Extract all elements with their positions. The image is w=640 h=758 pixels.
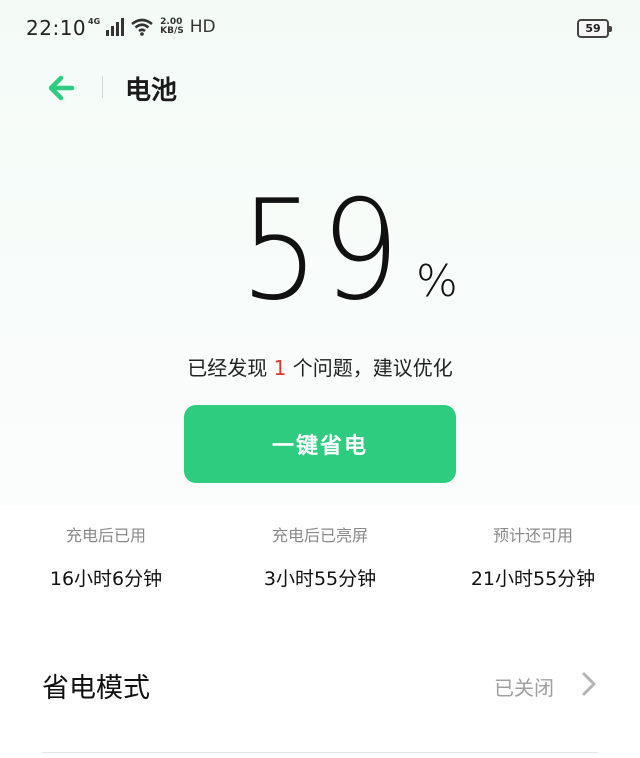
page-title: 电池	[125, 76, 178, 106]
stat-label: 充电后已用	[65, 526, 146, 545]
issue-prefix: 已经发现	[187, 356, 274, 380]
stat-label: 充电后已亮屏	[271, 526, 368, 545]
stat-estimated-remaining: 预计还可用 21小时55分钟	[423, 522, 640, 591]
row-divider	[42, 752, 598, 753]
power-saving-mode-status: 已关闭	[494, 676, 554, 700]
battery-icon: 59	[577, 19, 612, 38]
stat-used-since-charge: 充电后已用 16小时6分钟	[0, 522, 216, 591]
status-bar: 22:10 4G 2.00 KB/S HD 59	[0, 0, 640, 60]
stat-value: 16小时6分钟	[49, 568, 163, 590]
issue-suffix: 个问题，建议优化	[286, 356, 453, 380]
stat-label: 预计还可用	[492, 526, 573, 545]
status-icons: 4G 2.00 KB/S HD	[88, 16, 216, 38]
power-saving-mode-row[interactable]: 省电模式 已关闭	[42, 640, 598, 730]
back-button[interactable]	[42, 70, 82, 106]
issue-message: 已经发现 1 个问题，建议优化	[0, 352, 640, 381]
stat-value: 3小时55分钟	[263, 568, 377, 590]
speed-unit: KB/S	[160, 26, 184, 36]
wifi-icon	[131, 18, 153, 36]
signal-icon	[106, 18, 125, 36]
one-tap-save-power-button[interactable]: 一键省电	[184, 405, 456, 483]
arrow-left-icon	[48, 75, 75, 101]
battery-level: 59	[585, 22, 601, 35]
percent-sign: %	[416, 256, 458, 307]
hd-indicator: HD	[189, 17, 216, 37]
stat-screen-on-since-charge: 充电后已亮屏 3小时55分钟	[210, 522, 430, 591]
network-type: 4G	[88, 16, 101, 26]
issue-count: 1	[273, 356, 287, 380]
stat-value: 21小时55分钟	[470, 568, 596, 590]
title-divider	[102, 76, 103, 98]
status-time: 22:10	[26, 16, 87, 40]
chevron-right-icon	[582, 672, 596, 696]
power-saving-mode-label: 省电模式	[42, 673, 150, 704]
network-speed: 2.00 KB/S	[160, 18, 184, 36]
battery-percentage: 59	[240, 170, 402, 331]
